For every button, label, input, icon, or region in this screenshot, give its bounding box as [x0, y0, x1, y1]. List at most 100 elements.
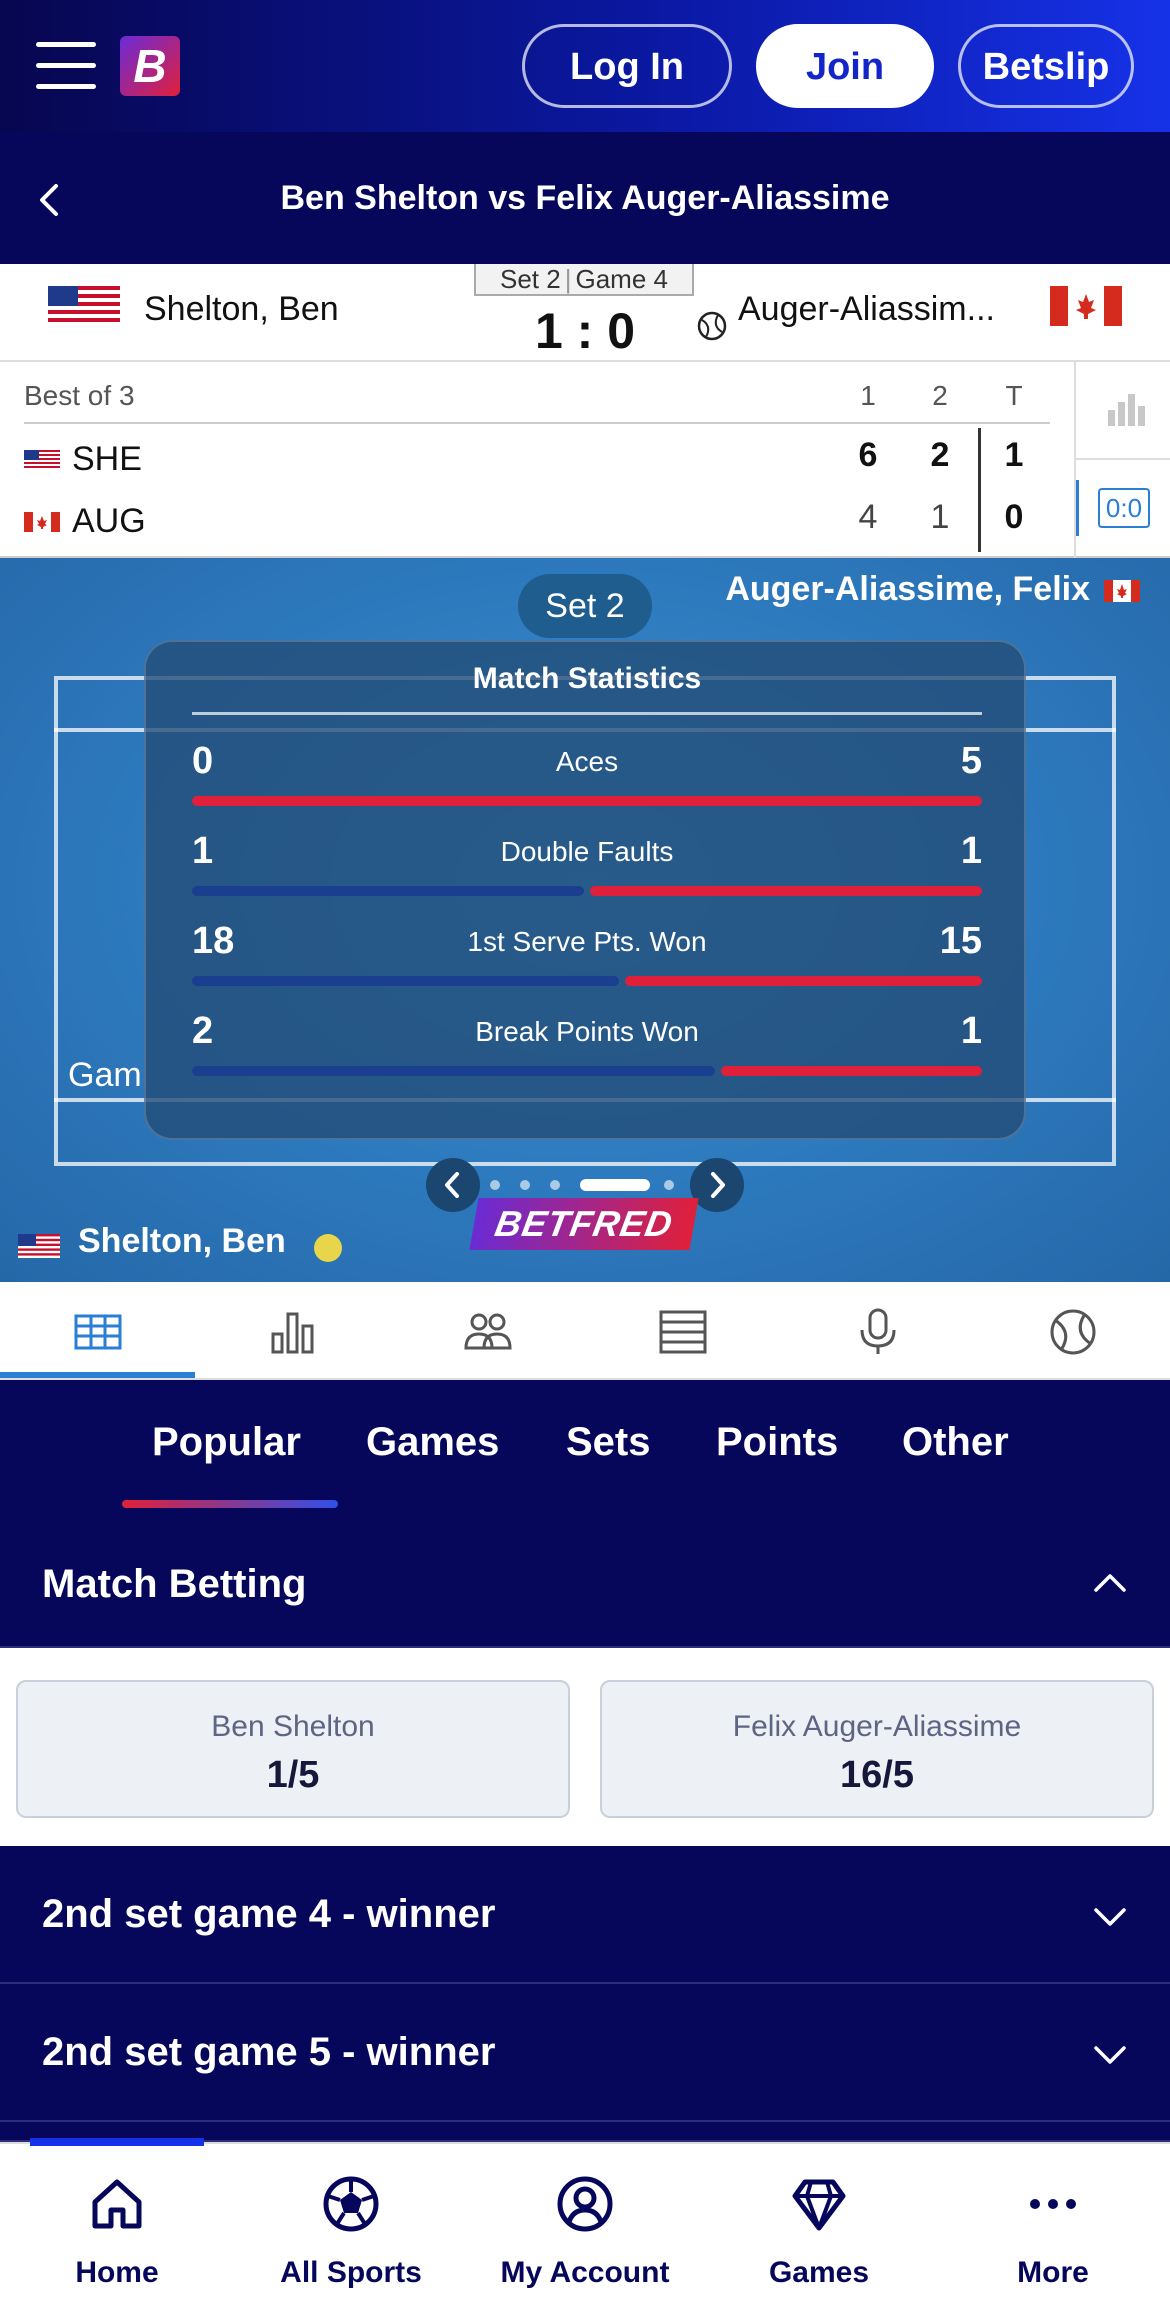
market-tab-games[interactable]: Games	[366, 1420, 499, 1465]
stat-row: 18 1st Serve Pts. Won 15	[192, 920, 982, 990]
tab-scoreboard[interactable]	[0, 1282, 195, 1380]
market-section-set2-game4[interactable]: 2nd set game 4 - winner	[0, 1846, 1170, 1984]
market-title: 2nd set game 4 - winner	[42, 1892, 496, 1936]
tab-list[interactable]	[585, 1282, 780, 1380]
stat-bar-left	[192, 886, 584, 896]
join-button[interactable]: Join	[756, 24, 934, 108]
carousel-prev-chevron-icon[interactable]	[426, 1158, 480, 1212]
stat-right-value: 1	[960, 1010, 982, 1052]
total-divider	[978, 428, 981, 552]
chevron-up-icon[interactable]	[1090, 1562, 1130, 1602]
tab-lineups[interactable]	[390, 1282, 585, 1380]
market-tab-popular[interactable]: Popular	[152, 1420, 301, 1465]
event-title-bar: Ben Shelton vs Felix Auger-Aliassime	[0, 132, 1170, 264]
stat-right-value: 1	[960, 830, 982, 872]
tab-stats[interactable]	[195, 1282, 390, 1380]
set-label: Set 2	[500, 264, 561, 294]
market-tab-points[interactable]: Points	[716, 1420, 838, 1465]
stat-bar-right	[590, 886, 982, 896]
stat-label: Break Points Won	[475, 1016, 699, 1047]
serving-tennis-ball-icon	[314, 1234, 342, 1262]
odds-button-ben-shelton[interactable]: Ben Shelton 1/5	[16, 1680, 570, 1818]
nav-label: Home	[75, 2256, 159, 2289]
chevron-down-icon[interactable]	[1090, 2034, 1130, 2074]
column-set-1: 1	[860, 380, 876, 411]
stat-comparison-bar	[192, 886, 982, 896]
canada-flag-icon	[1104, 580, 1140, 602]
chevron-down-icon[interactable]	[1090, 1896, 1130, 1936]
selection-name: Felix Auger-Aliassime	[732, 1710, 1022, 1743]
match-format: Best of 3	[24, 380, 135, 411]
side-panel: 0:0	[1074, 362, 1170, 558]
bar-stats-icon[interactable]	[1106, 388, 1146, 428]
market-tab-sets[interactable]: Sets	[566, 1420, 651, 1465]
us-flag-icon	[48, 286, 120, 326]
match-statistics-panel: Match Statistics 0 Aces 5 1 Double Faults 1 18…	[144, 640, 1026, 1140]
betfred-sponsor-logo: BETFRED	[469, 1198, 699, 1250]
us-flag-icon	[18, 1234, 60, 1258]
selection-price: 1/5	[266, 1754, 320, 1796]
stats-divider	[192, 712, 982, 715]
match-tracker-court: Gam Set 2 Auger-Aliassime, Felix Match S…	[0, 558, 1170, 1282]
column-set-2: 2	[932, 380, 948, 411]
home-icon	[92, 2179, 142, 2229]
game-label: Game 4	[575, 264, 668, 294]
event-tabs	[0, 1282, 1170, 1380]
partial-game-label: Gam	[68, 1056, 142, 1094]
stat-row: 1 Double Faults 1	[192, 830, 982, 900]
stat-bar-left	[192, 1066, 715, 1076]
stat-label: Double Faults	[500, 836, 674, 867]
tab-tennis[interactable]	[975, 1282, 1170, 1380]
active-tab-indicator	[0, 1372, 195, 1378]
lineups-icon	[464, 1313, 512, 1350]
market-section-set2-game5[interactable]: 2nd set game 5 - winner	[0, 1984, 1170, 2122]
nav-my-account[interactable]: My Account	[468, 2144, 702, 2317]
stat-label: 1st Serve Pts. Won	[467, 926, 707, 957]
score-cell-total: 1	[1004, 436, 1024, 474]
stat-label: Aces	[555, 746, 619, 777]
stat-bar-left	[192, 976, 619, 986]
match-betting-header[interactable]: Match Betting	[0, 1516, 1170, 1648]
stat-comparison-bar	[192, 796, 982, 806]
account-icon	[557, 2176, 613, 2232]
table-divider	[24, 422, 1050, 424]
live-score-badge[interactable]: 0:0	[1098, 488, 1150, 528]
nav-label: All Sports	[280, 2256, 422, 2289]
market-tab-other[interactable]: Other	[902, 1420, 1009, 1465]
set-score: 1 : 0	[534, 303, 636, 359]
betfred-logo-icon[interactable]: B	[120, 36, 180, 96]
nav-home[interactable]: Home	[0, 2144, 234, 2317]
stat-comparison-bar	[192, 1066, 982, 1076]
carousel-dots[interactable]	[490, 1178, 704, 1192]
stat-bar-right	[721, 1066, 982, 1076]
canada-flag-icon	[1050, 286, 1122, 326]
carousel-dot[interactable]	[490, 1180, 500, 1190]
hamburger-menu-icon[interactable]	[36, 42, 96, 90]
top-header: B Log In Join Betslip	[0, 0, 1170, 132]
score-cell: 4	[858, 498, 878, 536]
bottom-navigation: Home All Sports My Account Games More	[0, 2138, 1170, 2317]
tab-commentary[interactable]	[780, 1282, 975, 1380]
side-divider	[1076, 458, 1170, 460]
match-betting-selections: Ben Shelton 1/5 Felix Auger-Aliassime 16…	[0, 1648, 1170, 1846]
nav-all-sports[interactable]: All Sports	[234, 2144, 468, 2317]
player2-name: Auger-Aliassim...	[738, 290, 995, 328]
us-flag-icon	[24, 450, 60, 470]
carousel-dot[interactable]	[550, 1180, 560, 1190]
stats-title: Match Statistics	[472, 662, 702, 695]
player1-name: Shelton, Ben	[144, 290, 339, 328]
betslip-button[interactable]: Betslip	[958, 24, 1134, 108]
odds-button-felix-auger-aliassime[interactable]: Felix Auger-Aliassime 16/5	[600, 1680, 1154, 1818]
carousel-dot-active[interactable]	[580, 1179, 650, 1191]
carousel-dot[interactable]	[520, 1180, 530, 1190]
score-header: Shelton, Ben Set 2 | Game 4 1 : 0 Auger-Al…	[0, 264, 1170, 362]
stats-icon	[271, 1312, 314, 1354]
nav-more[interactable]: More	[936, 2144, 1170, 2317]
carousel-next-chevron-icon[interactable]	[690, 1158, 744, 1212]
active-market-indicator	[122, 1500, 338, 1508]
login-button[interactable]: Log In	[522, 24, 732, 108]
nav-games[interactable]: Games	[702, 2144, 936, 2317]
carousel-dot[interactable]	[664, 1180, 674, 1190]
nav-label: More	[1017, 2256, 1089, 2289]
more-dots-icon	[1030, 2199, 1076, 2209]
